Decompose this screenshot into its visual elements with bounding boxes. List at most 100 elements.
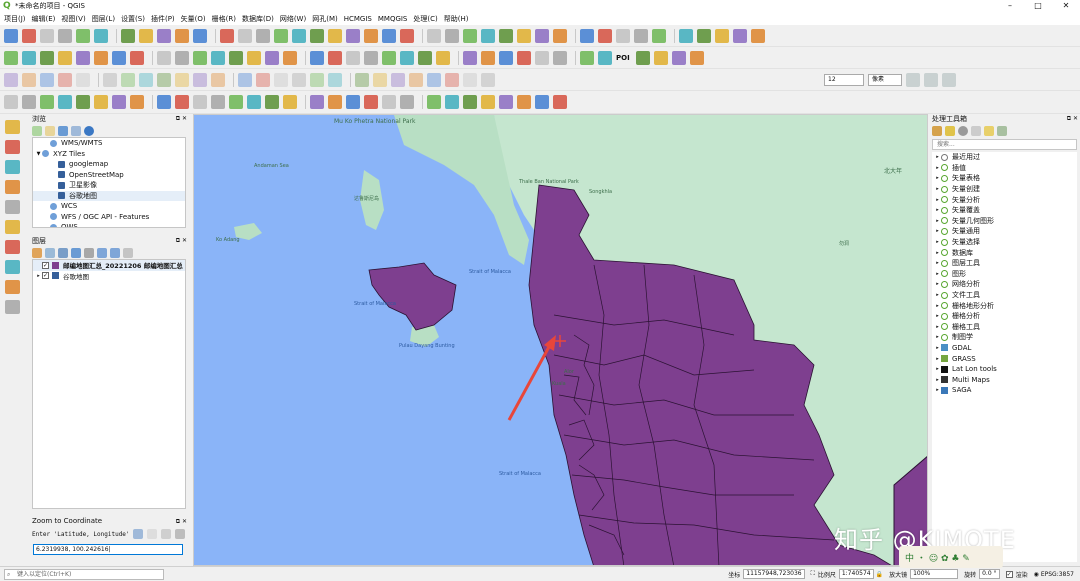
toolbar-tool-icon[interactable] (76, 95, 90, 109)
browser-item[interactable]: WFS / OGC API - Features (33, 212, 185, 223)
expand-arrow-icon[interactable]: ▸ (934, 165, 941, 171)
locator-input[interactable]: ⌕ 键入以定位(Ctrl+K) (4, 568, 164, 580)
toolbar-tool-icon[interactable] (256, 28, 270, 43)
scale-field[interactable]: 1:740574 (838, 569, 874, 579)
toolbox-provider[interactable]: ▸ Multi Maps (932, 374, 1077, 385)
toolbar-tool-icon[interactable] (463, 72, 477, 87)
toolbar-tool-icon[interactable] (481, 50, 495, 65)
options-icon[interactable] (997, 125, 1007, 136)
expand-arrow-icon[interactable]: ▸ (934, 303, 941, 309)
toolbar-tool-icon[interactable] (76, 28, 90, 43)
toolbar-tool-icon[interactable] (292, 72, 306, 87)
font-size-field[interactable]: 12 (824, 73, 864, 86)
menu-item[interactable]: 插件(P) (151, 14, 175, 24)
menu-item[interactable]: 处理(C) (413, 14, 437, 24)
toolbar-tool-icon[interactable] (193, 95, 207, 109)
filter-legend-icon[interactable] (71, 247, 81, 258)
toolbar-tool-icon[interactable] (382, 28, 396, 43)
expand-arrow-icon[interactable]: ▸ (934, 324, 941, 330)
toolbar-tool-icon[interactable] (382, 50, 396, 65)
toolbar-tool-icon[interactable] (211, 72, 225, 87)
coordinate-field[interactable]: 11157948,723036 (743, 569, 805, 579)
style-icon[interactable] (32, 247, 42, 258)
toolbar-tool-icon[interactable] (211, 95, 225, 109)
toolbar-tool-icon[interactable] (211, 50, 225, 65)
expand-arrow-icon[interactable]: ▸ (934, 313, 941, 319)
toolbar-tool-icon[interactable] (4, 72, 18, 87)
maximize-button[interactable]: □ (1024, 0, 1052, 12)
expand-arrow-icon[interactable]: ▸ (934, 356, 941, 362)
toolbar-tool-icon[interactable] (76, 72, 90, 87)
toolbar-tool-icon[interactable] (310, 50, 324, 65)
toolbar-tool-icon[interactable] (553, 28, 567, 43)
toolbar-tool-icon[interactable] (4, 28, 18, 43)
toolbar-tool-icon[interactable] (130, 95, 144, 109)
toolbar-tool-icon[interactable] (481, 95, 495, 109)
toolbar-tool-icon[interactable] (635, 50, 650, 65)
expand-arrow-icon[interactable]: ▸ (934, 387, 941, 393)
menu-item[interactable]: 项目(J) (4, 14, 26, 24)
ime-toolbar[interactable]: 中 ・ ☺ ✿ ♣ ✎ (899, 546, 1003, 568)
toolbar-tool-icon[interactable] (76, 50, 90, 65)
expand-arrow-icon[interactable]: ▸ (934, 250, 941, 256)
menu-item[interactable]: 栅格(R) (212, 14, 236, 24)
panel-close-icon[interactable]: ⧉ ✕ (176, 516, 187, 527)
browser-item[interactable]: OpenStreetMap (33, 170, 185, 181)
toolbar-tool-icon[interactable] (427, 28, 441, 43)
toolbar-tool-icon[interactable] (382, 95, 396, 109)
toolbar-tool-icon[interactable] (364, 28, 378, 43)
menu-item[interactable]: 设置(S) (121, 14, 145, 24)
add-layer-icon[interactable] (5, 220, 20, 234)
toolbar-tool-icon[interactable] (328, 50, 342, 65)
toolbar-tool-icon[interactable] (283, 95, 297, 109)
toolbar-tool-icon[interactable] (22, 95, 36, 109)
toolbar-tool-icon[interactable] (328, 28, 342, 43)
coordinate-input[interactable]: 6.2319938, 100.242616| (33, 544, 183, 555)
collapse-all-icon[interactable] (110, 247, 120, 258)
toolbar-tool-icon[interactable] (94, 28, 108, 43)
toolbar-tool-icon[interactable] (409, 72, 423, 87)
toolbar-tool-icon[interactable] (112, 95, 126, 109)
expand-arrow-icon[interactable]: ▸ (934, 334, 941, 340)
add-layer-icon[interactable] (5, 260, 20, 274)
clear-icon[interactable] (174, 529, 185, 539)
snapping-icon[interactable] (906, 72, 920, 87)
toolbar-tool-icon[interactable] (499, 95, 513, 109)
add-layer-icon[interactable] (5, 200, 20, 214)
zoom-to-icon[interactable] (132, 529, 143, 539)
layer-visibility-checkbox[interactable]: ✓ (42, 261, 49, 269)
toolbar-tool-icon[interactable] (427, 72, 441, 87)
snapping-icon[interactable] (924, 72, 938, 87)
toolbar-tool-icon[interactable] (400, 28, 414, 43)
info-icon[interactable] (84, 125, 94, 136)
toolbar-tool-icon[interactable] (229, 50, 243, 65)
toolbox-provider[interactable]: ▸ 图层工具 (932, 258, 1077, 269)
toolbar-tool-icon[interactable] (112, 50, 126, 65)
models-icon[interactable] (932, 125, 942, 136)
toolbox-provider[interactable]: ▸ 矢量通用 (932, 226, 1077, 237)
toolbox-provider[interactable]: ▸ GRASS (932, 353, 1077, 364)
toolbar-tool-icon[interactable] (436, 50, 450, 65)
layer-item[interactable]: ▸ ✓ 谷歌地图 (33, 271, 185, 282)
expand-arrow-icon[interactable]: ▸ (934, 345, 941, 351)
collapse-icon[interactable] (71, 125, 81, 136)
toolbar-tool-icon[interactable] (671, 50, 686, 65)
add-layer-icon[interactable] (5, 280, 20, 294)
toolbar-tool-icon[interactable] (364, 95, 378, 109)
toolbar-tool-icon[interactable] (652, 28, 666, 43)
toolbar-tool-icon[interactable] (400, 95, 414, 109)
snapping-icon[interactable] (942, 72, 956, 87)
toolbar-tool-icon[interactable] (427, 95, 441, 109)
expand-arrow-icon[interactable]: ▸ (934, 175, 941, 181)
toolbox-provider[interactable]: ▸ 矢量几何图形 (932, 216, 1077, 227)
expand-all-icon[interactable] (97, 247, 107, 258)
toolbar-tool-icon[interactable] (58, 28, 72, 43)
toolbar-tool-icon[interactable] (40, 50, 54, 65)
toolbar-tool-icon[interactable] (391, 72, 405, 87)
add-layer-icon[interactable] (5, 300, 20, 314)
toolbar-tool-icon[interactable] (364, 50, 378, 65)
toolbar-tool-icon[interactable] (220, 28, 234, 43)
toolbar-tool-icon[interactable] (310, 95, 324, 109)
expand-arrow-icon[interactable]: ▸ (934, 154, 941, 160)
toolbar-tool-icon[interactable] (499, 50, 513, 65)
